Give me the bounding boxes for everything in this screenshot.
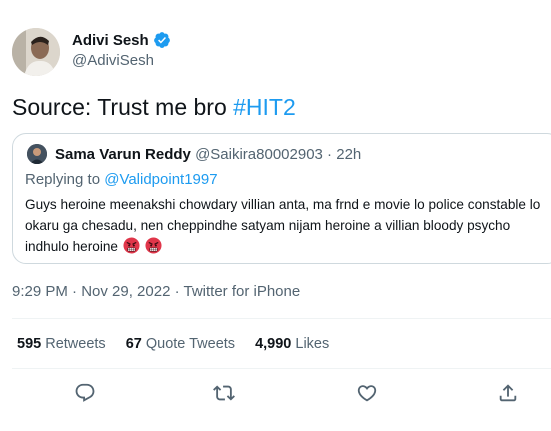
verified-badge-icon — [153, 32, 170, 48]
hashtag-link[interactable]: #HIT2 — [233, 94, 296, 120]
quoted-body: Guys heroine meenakshi chowdary villian … — [25, 194, 545, 257]
quoted-author-name[interactable]: Sama Varun Reddy — [55, 146, 191, 163]
author-name-text[interactable]: Adivi Sesh — [72, 32, 149, 49]
retweets-stat[interactable]: 595 Retweets — [17, 336, 106, 352]
divider — [12, 318, 551, 319]
likes-label: Likes — [295, 336, 330, 352]
replying-prefix: Replying to — [25, 171, 105, 188]
quoted-tweet-card[interactable]: Sama Varun Reddy @Saikira80002903 · 22h … — [12, 133, 551, 264]
tweet-text-body: Source: Trust me bro — [12, 94, 234, 120]
retweet-button[interactable] — [213, 382, 237, 406]
reply-icon — [75, 383, 95, 402]
share-button[interactable] — [497, 382, 521, 406]
likes-stat[interactable]: 4,990 Likes — [255, 336, 329, 352]
quotes-count: 67 — [125, 336, 142, 352]
author-name[interactable]: Adivi Sesh — [72, 31, 171, 49]
tweet-meta[interactable]: 9:29 PM · Nov 29, 2022 · Twitter for iPh… — [12, 283, 300, 300]
tweet-text: Source: Trust me bro #HIT2 — [12, 94, 296, 121]
tweet-stats: 595 Retweets 67 Quote Tweets 4,990 Likes — [17, 336, 329, 352]
like-button[interactable] — [356, 382, 380, 406]
retweets-count: 595 — [17, 336, 42, 352]
quotes-label: Quote Tweets — [145, 336, 236, 352]
quoted-author-handle[interactable]: @Saikira80002903 — [195, 146, 323, 163]
angry-face-emoji-icon — [145, 237, 162, 254]
share-icon — [499, 384, 517, 402]
quote-tweets-stat[interactable]: 67 Quote Tweets — [126, 336, 235, 352]
angry-face-emoji-icon — [123, 237, 140, 254]
divider — [12, 368, 551, 369]
quoted-replying-to: Replying to @Validpoint1997 — [25, 171, 218, 188]
reply-button[interactable] — [74, 382, 98, 406]
likes-count: 4,990 — [255, 336, 292, 352]
quoted-author-avatar[interactable] — [27, 144, 47, 164]
replying-to-link[interactable]: @Validpoint1997 — [104, 171, 217, 188]
like-icon — [357, 385, 377, 402]
quoted-separator: · — [322, 146, 337, 163]
quoted-body-text: Guys heroine meenakshi chowdary villian … — [25, 197, 541, 254]
quoted-time[interactable]: 22h — [336, 146, 361, 163]
author-handle[interactable]: @AdiviSesh — [72, 52, 154, 69]
retweet-icon — [213, 385, 235, 401]
quoted-header: Sama Varun Reddy @Saikira80002903 · 22h — [55, 146, 361, 163]
retweets-label: Retweets — [45, 336, 106, 352]
author-avatar[interactable] — [12, 28, 60, 76]
